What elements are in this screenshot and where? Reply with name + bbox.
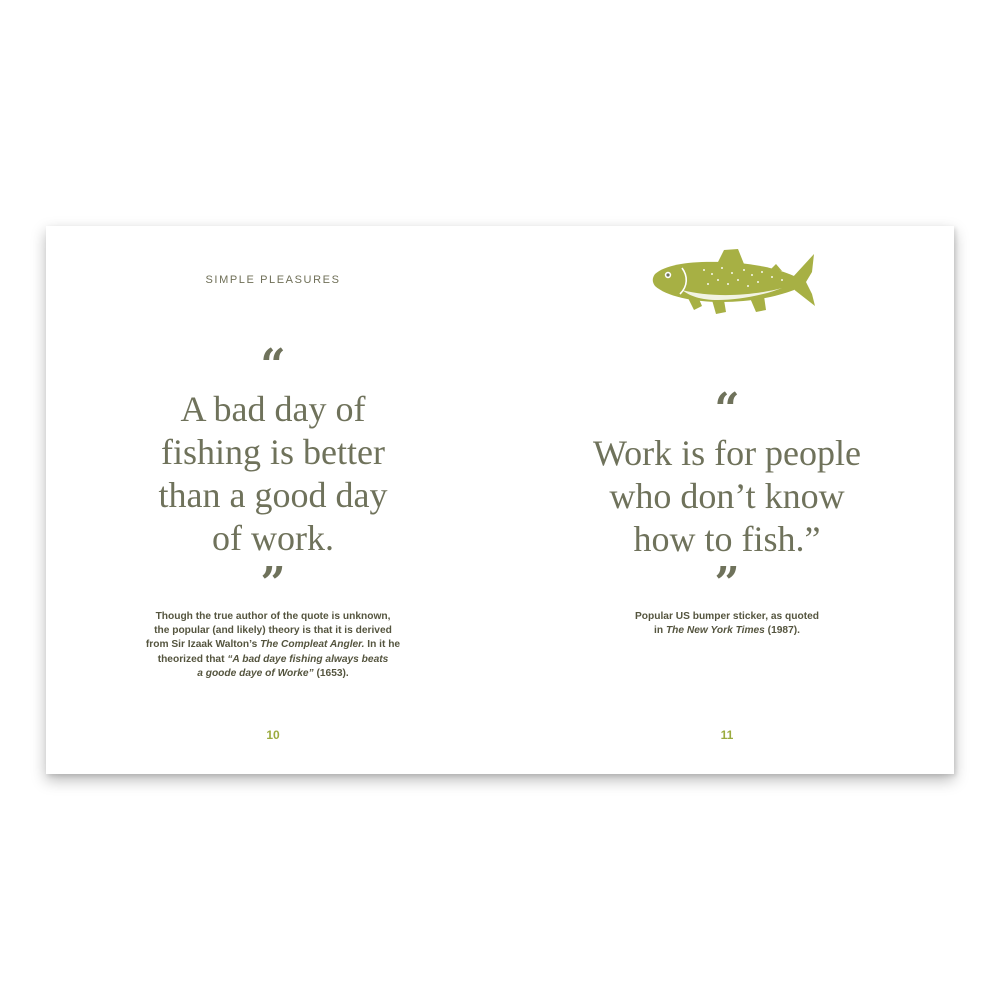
publication-title: The New York Times (665, 625, 765, 637)
close-quote-mark: ” (260, 558, 286, 609)
source-note: Though the true author of the quote is u… (46, 610, 500, 681)
cited-quote: “A bad daye fishing always beats (227, 653, 389, 665)
quote-line: who don’t know (609, 476, 845, 516)
note-line: a goode daye of Worke” (1653). (46, 667, 500, 681)
page-number: 10 (266, 728, 280, 742)
source-note: Popular US bumper sticker, as quoted in … (500, 610, 954, 638)
quote-text: Work is for people who don’t know how to… (500, 432, 954, 561)
note-text: theorized that (157, 653, 228, 665)
note-line: theorized that “A bad daye fishing alway… (46, 653, 500, 667)
close-quote-mark: ” (714, 558, 740, 609)
note-text: from Sir Izaak Walton’s (145, 639, 261, 651)
running-head: SIMPLE PLEASURES (205, 274, 341, 286)
book-spread: SIMPLE PLEASURES “ A bad day of fishing … (46, 226, 954, 774)
book-title: The Compleat Angler. (260, 639, 365, 651)
trout-fish-icon (652, 249, 815, 314)
quote-line: Work is for people (592, 433, 862, 473)
note-text: in (654, 625, 666, 637)
note-line: from Sir Izaak Walton’s The Compleat Ang… (46, 638, 500, 652)
cited-quote: a goode daye of Worke” (197, 667, 314, 679)
right-page: “ Work is for people who don’t know how … (500, 226, 954, 774)
note-text: (1987). (764, 625, 800, 637)
quote-text: A bad day of fishing is better than a go… (46, 388, 500, 560)
open-quote-mark: “ (260, 340, 286, 391)
quote-line: how to fish.” (633, 519, 821, 559)
left-page: SIMPLE PLEASURES “ A bad day of fishing … (46, 226, 500, 774)
note-text: In it he (364, 639, 401, 651)
open-quote-mark: “ (714, 384, 740, 435)
quote-line: of work. (212, 518, 334, 558)
note-line: in The New York Times (1987). (500, 624, 954, 638)
note-line: Though the true author of the quote is u… (155, 611, 391, 622)
note-line: Popular US bumper sticker, as quoted (635, 611, 819, 622)
page-number: 11 (720, 728, 734, 742)
note-text: (1653). (313, 667, 349, 679)
quote-line: than a good day (158, 475, 388, 515)
quote-line: A bad day of (180, 389, 366, 429)
note-line: the popular (and likely) theory is that … (154, 625, 392, 637)
quote-line: fishing is better (161, 432, 385, 472)
